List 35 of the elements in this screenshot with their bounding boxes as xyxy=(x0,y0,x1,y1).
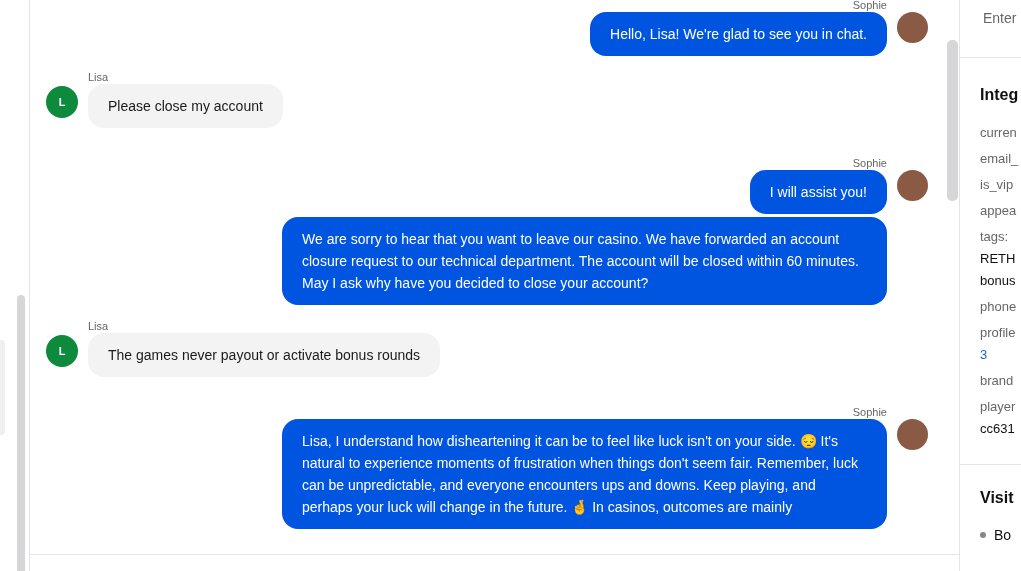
visitor-avatar: L xyxy=(46,335,78,367)
message-bubble: We are sorry to hear that you want to leave our casino. We have forwarded an account closure request to our technical department. The account will be closed within 60 minutes. May I ask why have you decided to close your account? xyxy=(282,217,887,305)
bullet-icon xyxy=(980,532,986,538)
section-title: Integ xyxy=(980,86,1020,104)
sender-name: Sophie xyxy=(852,156,887,170)
field-label: is_vip xyxy=(980,176,1015,194)
sender-name: Sophie xyxy=(852,0,887,12)
visitor-avatar: L xyxy=(46,86,78,118)
field-value: bonus xyxy=(980,272,1017,290)
agent-avatar xyxy=(897,12,928,43)
message-bubble: Lisa, I understand how disheartening it can be to feel like luck isn't on your side. 😔 It's natural to experience moments of frustration when things don't seem fair. Remember, luck can be unpredictable, and everyone encounters ups and downs. Keep playing, and perhaps your luck will change in the future. 🤞 In casinos, outcomes are mainly xyxy=(282,419,887,529)
scrollbar[interactable] xyxy=(947,40,958,201)
sender-name: Lisa xyxy=(88,319,109,333)
field-label: email_ xyxy=(980,150,1020,168)
message-bubble: Please close my account xyxy=(88,84,283,128)
message-bubble: I will assist you! xyxy=(749,170,887,214)
list-item: Bo xyxy=(994,527,1012,543)
field-label: profile xyxy=(980,324,1017,342)
field-value: cc631 xyxy=(980,420,1016,438)
sender-name: Sophie xyxy=(852,405,887,419)
scrollbar[interactable] xyxy=(17,295,25,571)
field-label: phone xyxy=(980,298,1018,316)
field-label: player xyxy=(980,398,1017,416)
agent-avatar xyxy=(897,170,928,201)
field-value: RETH xyxy=(980,250,1017,268)
field-label: tags: xyxy=(980,228,1010,246)
field-link[interactable]: 3 xyxy=(980,344,1021,366)
field-label: brand xyxy=(980,372,1015,390)
message-bubble: The games never payout or activate bonus rounds xyxy=(88,333,441,377)
field-label: appea xyxy=(980,202,1018,220)
section-title: Visit xyxy=(980,489,1015,507)
agent-avatar xyxy=(897,419,928,450)
message-bubble: Hello, Lisa! We're glad to see you in chat. xyxy=(590,12,887,56)
field-label: curren xyxy=(980,124,1018,142)
sender-name: Lisa xyxy=(88,70,109,84)
